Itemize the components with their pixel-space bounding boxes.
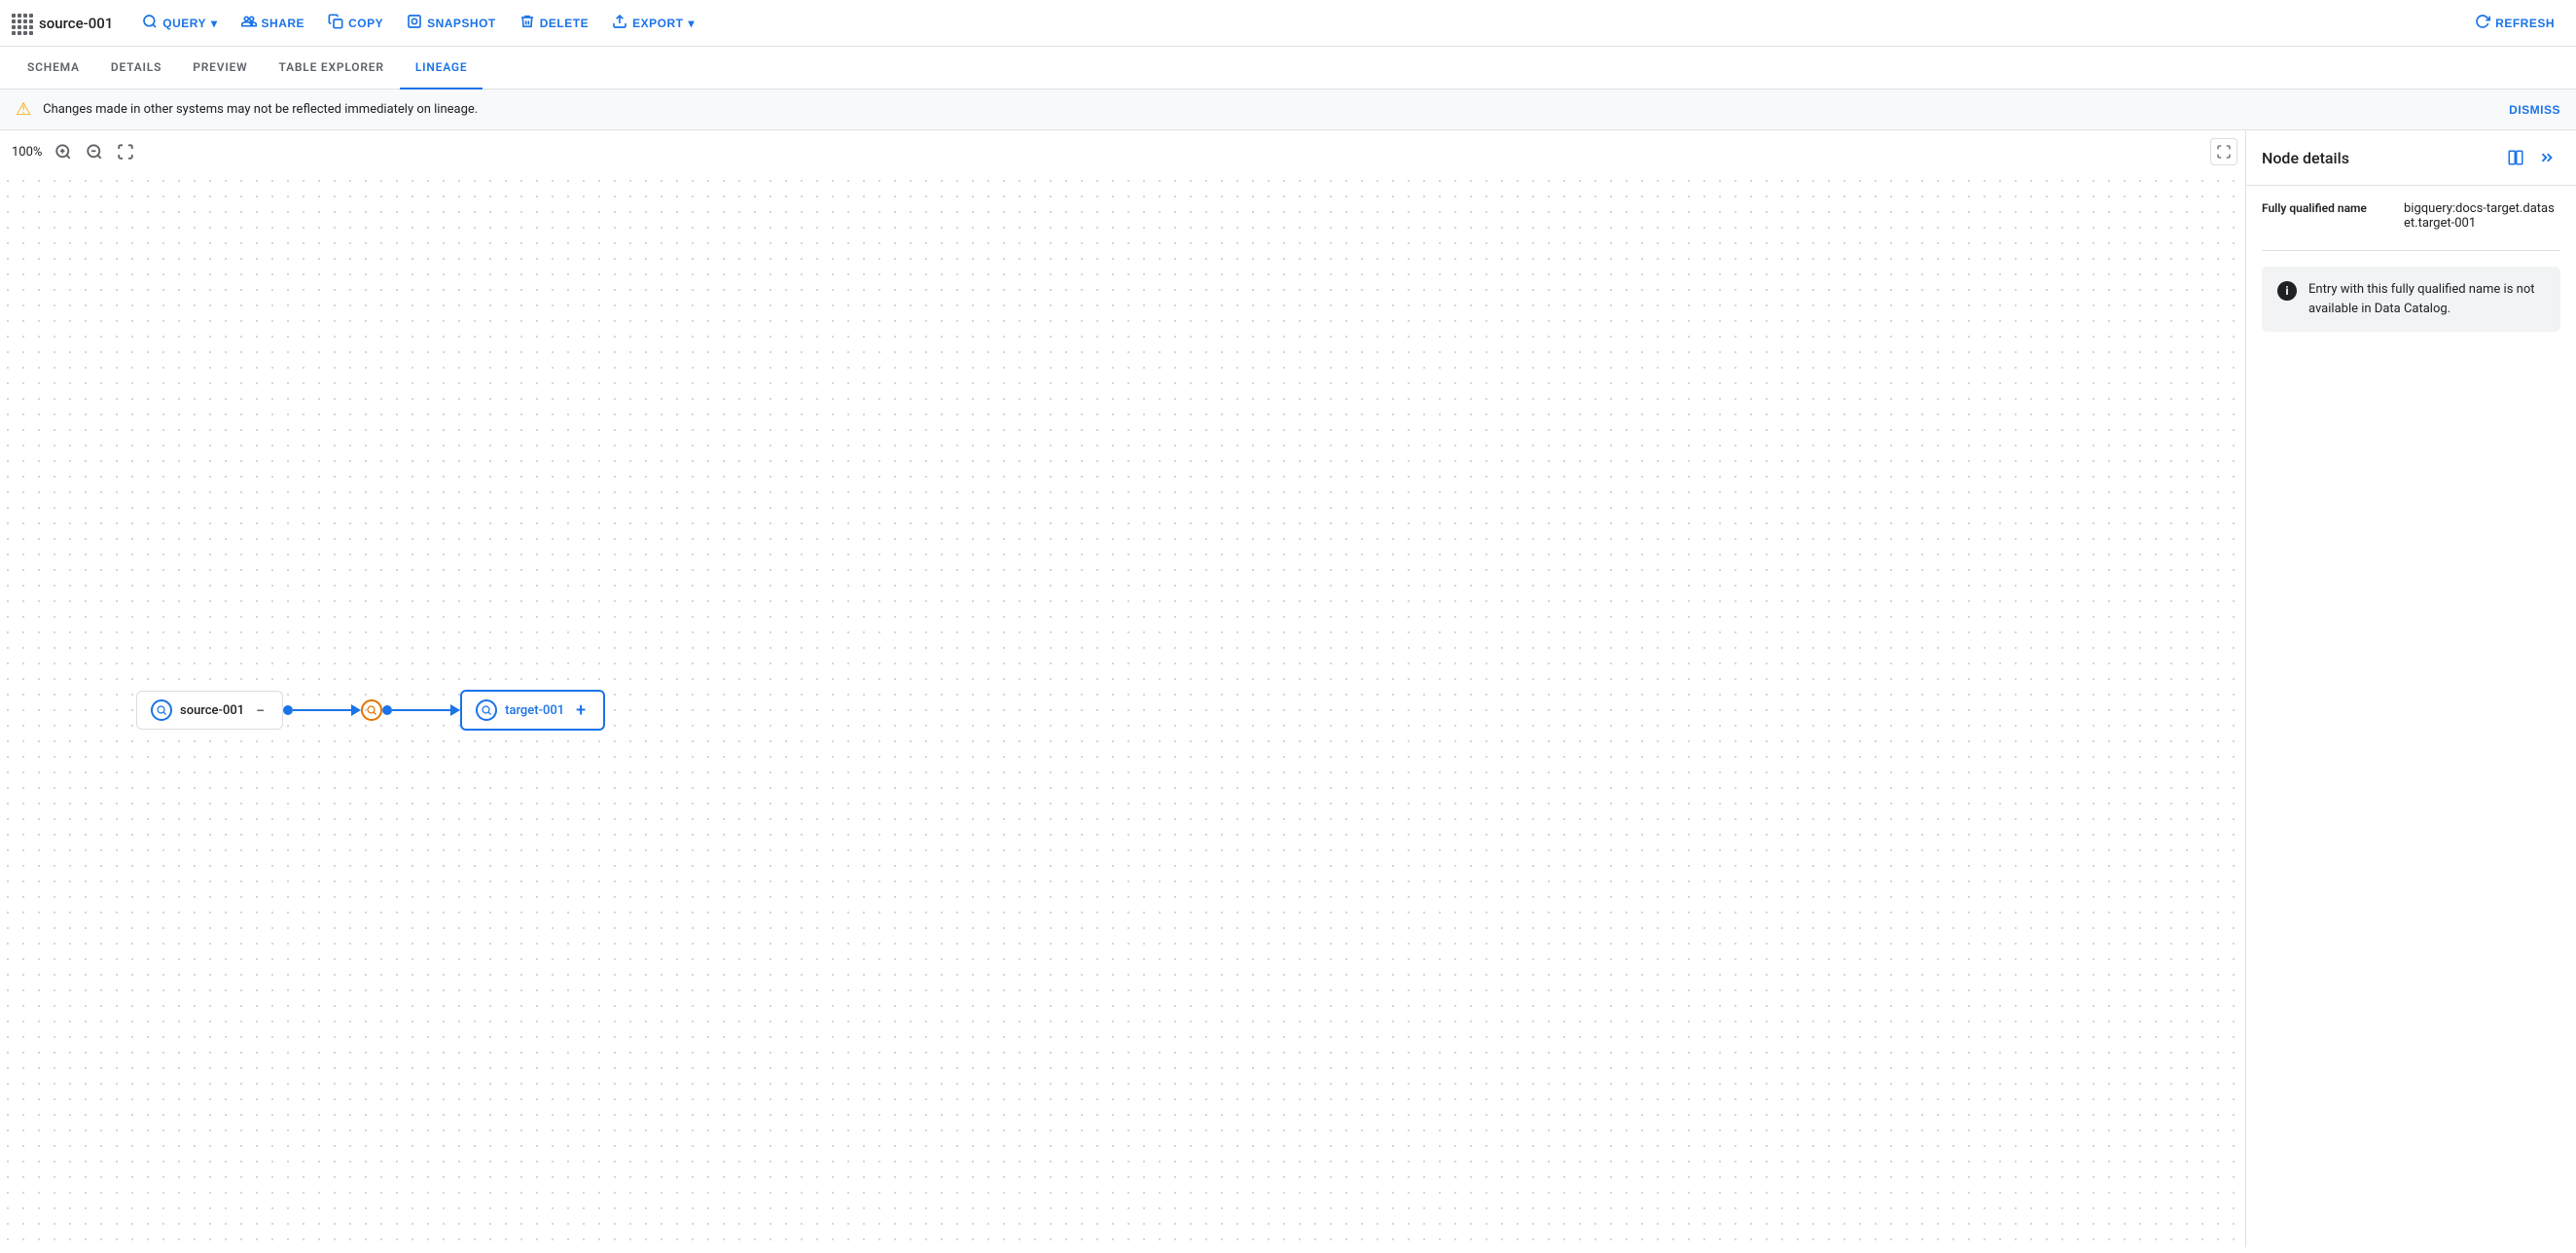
share-icon [241,14,257,33]
notice-bar: ⚠ Changes made in other systems may not … [0,90,2576,130]
lineage-flow: source-001 − [136,690,605,731]
notice-text: Changes made in other systems may not be… [43,102,478,117]
copy-button[interactable]: COPY [318,8,393,39]
dismiss-button[interactable]: DISMISS [2509,103,2560,117]
arrow-2 [450,704,460,716]
warning-icon: ⚠ [16,99,31,120]
target-expand-button[interactable]: + [576,700,586,721]
top-bar: source-001 QUERY ▾ SHARE COPY SNAPSHOT D… [0,0,2576,47]
query-icon [142,14,158,33]
refresh-button[interactable]: REFRESH [2465,8,2564,38]
canvas-area: 100% source-001 − [0,130,2245,1247]
source-node-icon [151,699,172,721]
export-icon [612,14,627,33]
tab-details[interactable]: DETAILS [95,47,177,90]
export-dropdown-arrow: ▾ [688,17,695,30]
tab-preview[interactable]: PREVIEW [177,47,263,90]
fq-value: bigquery:docs-target.dataset.target-001 [2404,201,2560,231]
snapshot-icon [407,14,422,33]
panel-actions [2502,144,2560,171]
arrow-1 [351,704,361,716]
middle-node-wrapper [361,699,382,721]
fq-row: Fully qualified name bigquery:docs-targe… [2262,201,2560,231]
main-layout: 100% source-001 − [0,130,2576,1247]
title-text: source-001 [39,15,113,32]
zoom-in-button[interactable] [50,138,77,165]
line-1 [293,709,351,711]
nav-tabs: SCHEMA DETAILS PREVIEW TABLE EXPLORER LI… [0,47,2576,90]
page-title: source-001 [12,14,113,33]
target-node[interactable]: target-001 + [460,690,605,731]
source-node-label: source-001 [180,703,244,718]
query-dropdown-arrow: ▾ [211,17,218,30]
info-box: i Entry with this fully qualified name i… [2262,267,2560,332]
grid-icon [12,14,31,33]
zoom-controls: 100% [0,130,151,173]
connector-1 [283,704,361,716]
panel-body: Fully qualified name bigquery:docs-targe… [2246,186,2576,1247]
tab-table-explorer[interactable]: TABLE EXPLORER [263,47,399,90]
line-2 [392,709,450,711]
source-node[interactable]: source-001 − [136,691,283,730]
info-icon: i [2277,281,2297,301]
target-node-label: target-001 [505,703,564,718]
fit-button[interactable] [112,138,139,165]
copy-icon [328,14,343,33]
panel-header: Node details [2246,130,2576,186]
snapshot-button[interactable]: SNAPSHOT [397,8,506,39]
refresh-icon [2475,14,2490,32]
target-node-icon [476,699,497,721]
panel-title: Node details [2262,149,2349,167]
right-panel: Node details Fully qualified name bigque… [2245,130,2576,1247]
query-button[interactable]: QUERY ▾ [132,8,227,39]
zoom-level: 100% [12,145,46,160]
panel-divider [2262,250,2560,251]
dot-2 [382,705,392,715]
fq-label: Fully qualified name [2262,201,2388,231]
lineage-container: source-001 − [0,173,2245,1247]
canvas-expand-button[interactable] [2210,138,2237,165]
delete-icon [519,14,535,33]
middle-node[interactable] [361,699,382,721]
panel-close-button[interactable] [2533,144,2560,171]
dot-1 [283,705,293,715]
info-box-text: Entry with this fully qualified name is … [2308,280,2545,318]
export-button[interactable]: EXPORT ▾ [602,8,704,39]
share-button[interactable]: SHARE [232,8,315,39]
connector-2 [382,704,460,716]
tab-schema[interactable]: SCHEMA [12,47,95,90]
tab-lineage[interactable]: LINEAGE [400,47,483,90]
source-collapse-button[interactable]: − [256,701,265,720]
delete-button[interactable]: DELETE [510,8,598,39]
zoom-out-button[interactable] [81,138,108,165]
panel-side-by-side-button[interactable] [2502,144,2529,171]
